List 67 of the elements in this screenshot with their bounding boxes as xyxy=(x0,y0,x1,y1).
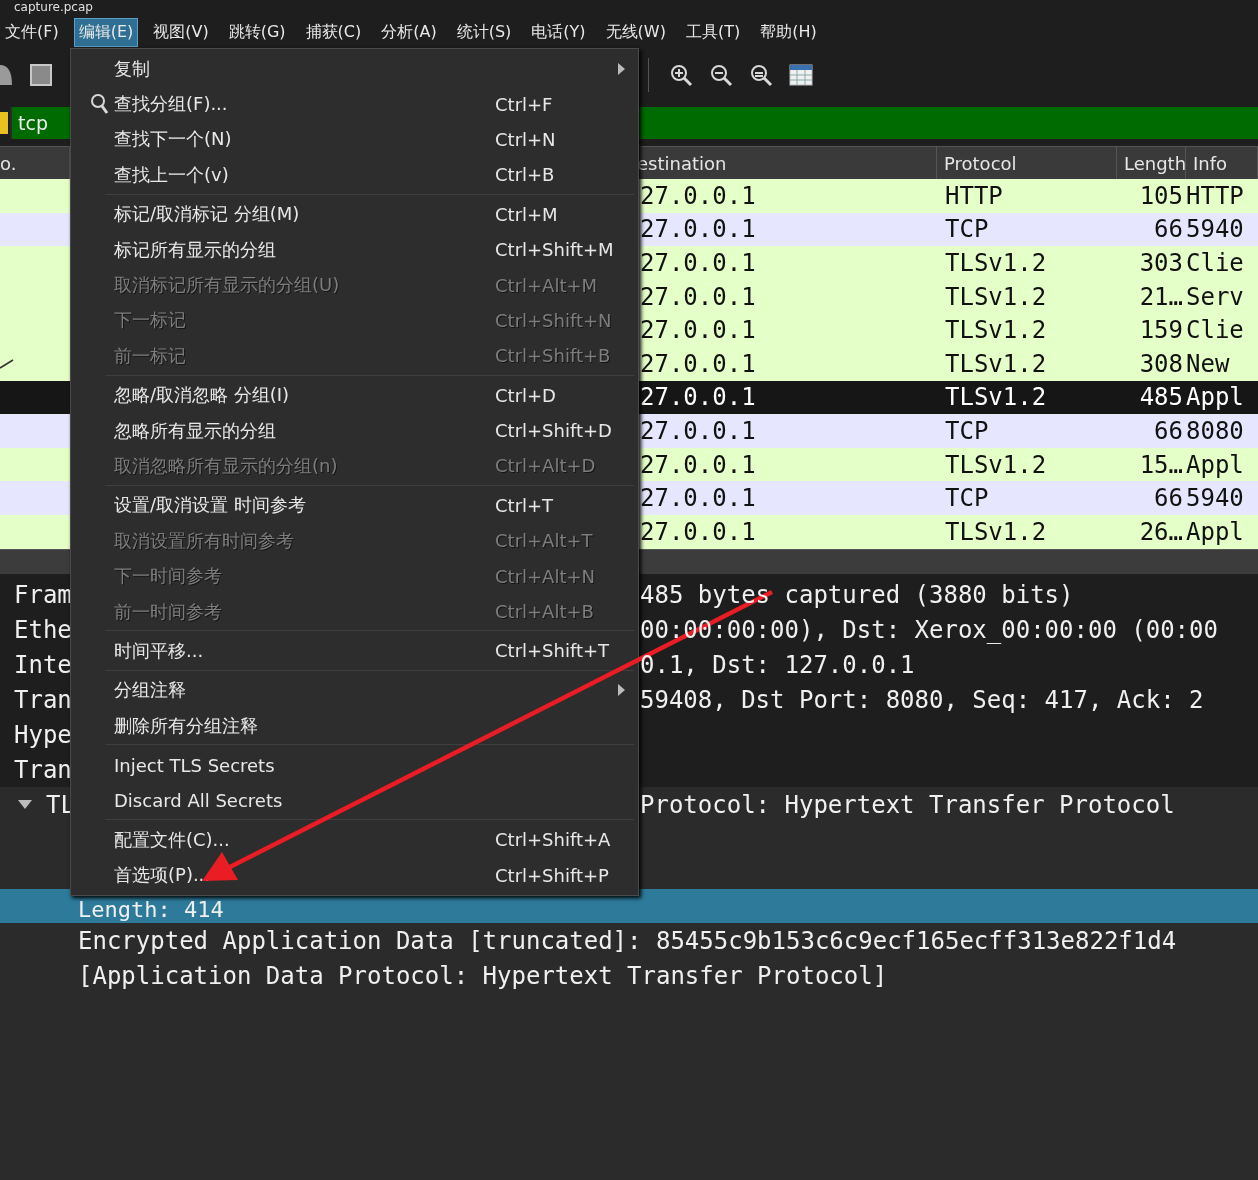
table-cell-text: 105 xyxy=(1138,180,1184,212)
tree-item-text: Protocol: Hypertext Transfer Protocol xyxy=(640,790,1175,819)
shortcut-text: Ctrl+B xyxy=(495,164,555,186)
table-cell-text: 27.0.0.1 xyxy=(639,516,757,548)
table-cell-text: Clie xyxy=(1186,315,1245,347)
table-cell-text: TLSv1.2 xyxy=(944,281,1048,313)
table-cell-text: 66 xyxy=(1153,483,1184,515)
table-cell-text: Appl xyxy=(1186,449,1245,481)
table-cell-text: TLSv1.2 xyxy=(944,315,1048,347)
window-title: capture.pcap xyxy=(14,1,93,14)
table-cell-text: TCP xyxy=(944,415,990,447)
table-cell-text: Serv xyxy=(1186,281,1245,313)
table-cell-text: TLSv1.2 xyxy=(944,516,1048,548)
table-cell-text: 66 xyxy=(1153,415,1184,447)
table-cell-text: TLSv1.2 xyxy=(944,382,1048,414)
table-cell-text: 26… xyxy=(1138,516,1184,548)
table-cell-text: 27.0.0.1 xyxy=(639,415,757,447)
tree-item-text: 59408, Dst Port: 8080, Seq: 417, Ack: 2 xyxy=(640,685,1204,714)
shortcut-text: Ctrl+Shift+N xyxy=(495,309,612,331)
shortcut-text: Ctrl+Shift+P xyxy=(495,864,609,886)
table-cell-text: 303 xyxy=(1138,248,1184,279)
shortcut-text: Ctrl+Alt+B xyxy=(495,601,594,623)
shortcut-text: Ctrl+Alt+T xyxy=(495,530,593,552)
shortcut-text: Ctrl+T xyxy=(495,494,554,516)
table-cell-text: New xyxy=(1186,348,1231,380)
table-cell-text: TLSv1.2 xyxy=(944,348,1048,380)
table-cell-text: 66 xyxy=(1153,214,1184,246)
table-cell-text: 159 xyxy=(1138,315,1184,347)
shortcut-text: Ctrl+Alt+D xyxy=(495,455,596,477)
table-cell-text: 5940 xyxy=(1186,483,1245,515)
table-cell-text: TLSv1.2 xyxy=(944,248,1048,279)
table-cell-text: Appl xyxy=(1186,516,1245,548)
table-cell-text: HTTP xyxy=(1186,180,1245,212)
table-cell-text: HTTP xyxy=(944,180,1004,212)
shortcut-text: Ctrl+Shift+B xyxy=(495,345,611,367)
table-cell-text: 27.0.0.1 xyxy=(639,248,757,279)
table-cell-text: 8080 xyxy=(1186,415,1245,447)
table-cell-text: 5940 xyxy=(1186,214,1245,246)
shortcut-text: Ctrl+Shift+D xyxy=(495,420,612,442)
table-cell-text: 485 xyxy=(1138,382,1184,414)
shortcut-text: Ctrl+Shift+T xyxy=(495,640,610,662)
tree-item-text: 0.1, Dst: 127.0.0.1 xyxy=(640,650,915,679)
table-cell-text: TLSv1.2 xyxy=(944,449,1048,481)
table-cell-text: 27.0.0.1 xyxy=(639,483,757,515)
table-cell-text: 27.0.0.1 xyxy=(639,315,757,347)
shortcut-text: Ctrl+Shift+M xyxy=(495,239,614,261)
shortcut-text: Ctrl+F xyxy=(495,93,553,115)
table-cell-text: TCP xyxy=(944,214,990,246)
table-cell-text: 308 xyxy=(1138,348,1184,380)
shortcut-text: Ctrl+Alt+N xyxy=(495,565,596,587)
table-cell-text: 27.0.0.1 xyxy=(639,382,757,414)
table-cell-text: 27.0.0.1 xyxy=(639,180,757,212)
tree-item-text: 485 bytes captured (3880 bits) xyxy=(640,580,1074,609)
table-cell-text: Clie xyxy=(1186,248,1245,279)
shortcut-text: Ctrl+M xyxy=(495,203,558,225)
shortcut-text: Ctrl+Alt+M xyxy=(495,274,598,296)
table-cell-text: TCP xyxy=(944,483,990,515)
table-cell-text: 27.0.0.1 xyxy=(639,449,757,481)
table-cell-text: 15… xyxy=(1138,449,1184,481)
shortcut-text: Ctrl+D xyxy=(495,384,556,406)
table-cell-text: 21… xyxy=(1138,281,1184,313)
table-cell-text: Appl xyxy=(1186,382,1245,414)
table-cell-text: 27.0.0.1 xyxy=(639,281,757,313)
shortcut-text: Ctrl+Shift+A xyxy=(495,829,611,851)
table-cell-text: 27.0.0.1 xyxy=(639,214,757,246)
table-cell-text: 27.0.0.1 xyxy=(639,348,757,380)
shortcut-text: Ctrl+N xyxy=(495,128,556,150)
